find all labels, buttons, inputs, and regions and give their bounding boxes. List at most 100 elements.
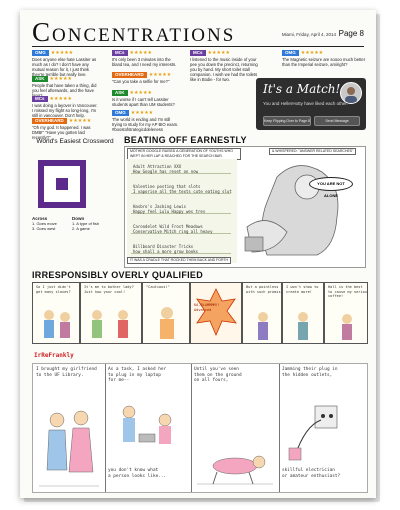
panel-text: KA-BLAMMMM!! Advanced [194, 303, 220, 312]
keep-flipping-button[interactable]: Keep Flipping Over to Page 8 [263, 116, 311, 126]
crossword-cell[interactable] [44, 190, 56, 202]
star-rating: ★★★★★ [68, 118, 92, 124]
review-card: OMG ★★★★★ Does anyone else hate Lassiter … [32, 50, 98, 77]
crossword-cell[interactable] [44, 178, 56, 190]
review-card: MCs ★★★★★ I listened to the music inside … [190, 50, 258, 82]
review-badge: ASK [112, 90, 128, 96]
review-card: MCs ★★★★★ I was doing a layover in Vancou… [32, 96, 98, 118]
star-rating: ★★★★★ [207, 50, 230, 56]
crossword-cell[interactable] [68, 166, 80, 178]
outlet-drawing [288, 405, 338, 461]
review-card: OVERHEARD ★★★★★ "Oh my god. It happened. … [32, 118, 98, 140]
figure-drawing [298, 312, 308, 340]
caption-side: & WHISPERED: "ANSWER RELATED SEARCHES" [269, 148, 357, 155]
review-text: The world is ending and I'm still trying… [112, 117, 179, 132]
panel-text: So I just didn't get many slaves? [36, 285, 71, 294]
crossword-grid [38, 160, 86, 208]
review-text: I listened to the music inside of your p… [190, 57, 258, 82]
panel-text: I won't show to create more! [286, 285, 319, 294]
across-clues: Across 1. Goes move 3. Goes west [32, 216, 68, 231]
caption-bottom: IT WAS A CRADLE THAT ROCKED THEM BACK AN… [127, 257, 232, 264]
note-text: Conservative Mitch ring all heavy [133, 229, 213, 234]
couple-drawing [39, 410, 99, 487]
newspaper-page: Concentrations Miami, Friday, April 4, 2… [20, 10, 376, 498]
panel-text: you don't know what a person looks like.… [108, 468, 167, 479]
review-badge: OVERHEARD [32, 118, 67, 124]
comic-panel: Hall is the best to cause my serious cof… [324, 282, 368, 344]
comic-panel: It's me to bother lady? Just how your co… [80, 282, 142, 344]
review-badge: MCs [190, 50, 206, 56]
panel-text: Jamming their plug in the hidden outlets… [282, 367, 338, 378]
clue: 3. Goes west [32, 226, 56, 231]
comic2-strip: I brought my girlfriend to the UF Librar… [32, 363, 368, 493]
note-text: how shall a more grow books [133, 249, 199, 254]
figure-drawing [160, 307, 174, 339]
review-card: ASK ★★★★★ Is it worse if I can't tell Las… [112, 90, 180, 107]
figure-drawing [342, 314, 352, 340]
review-text: It's only been 3 minutes into the bland … [112, 57, 177, 67]
masthead-title: Concentrations [32, 17, 236, 47]
star-rating: ★★★★★ [148, 72, 172, 78]
crossword-cell[interactable] [56, 190, 68, 202]
review-badge: MCs [112, 50, 128, 56]
mother-illustration [244, 165, 339, 256]
review-badge: OMG [282, 50, 299, 56]
review-text: The Magnetic seizure are soooo much bett… [282, 57, 366, 67]
couple-drawing [122, 405, 172, 444]
comic2-label: IrReFrankly [34, 352, 74, 359]
speech-bubble: YOU ARE NOT ALONE [309, 177, 353, 198]
star-rating: ★★★★★ [129, 50, 152, 56]
review-badge: MCs [32, 96, 48, 102]
comic-panel: I won't show to create more! [282, 282, 324, 344]
notepad: Adult Attraction XXX How Google has rese… [127, 159, 237, 263]
review-badge: OMG [32, 50, 49, 56]
comic-panel: As a task, I asked her to plug in my lap… [105, 364, 192, 492]
review-card: ASK ★★★★★ People that have taken a thing,… [32, 76, 98, 98]
comic-panel: Until you've seen them on the ground on … [191, 364, 280, 492]
crossword-title-block: World's Easiest Crossword [34, 138, 116, 145]
comic-panel: So I just didn't get many slaves? [32, 282, 80, 344]
star-rating: ★★★★★ [130, 110, 154, 116]
comic2-label-text: IrReFrankly [34, 352, 74, 359]
crossword-cell[interactable] [56, 166, 68, 178]
star-rating: ★★★★★ [300, 50, 324, 56]
panel-text: skillful electrician or amateur enthusia… [282, 468, 341, 479]
note-text: Happy feel Lulu Happy wes tres [133, 209, 206, 214]
clue: 2. A game [72, 226, 90, 231]
crossword-cell[interactable] [68, 178, 80, 190]
comic-panel: KA-BLAMMMM!! Advanced [190, 282, 242, 344]
figure-drawing [44, 310, 70, 338]
panel-text: As a task, I asked her to plug in my lap… [108, 367, 167, 383]
panel-text: "Cautious!" [146, 285, 170, 289]
crossword-cell[interactable] [68, 190, 80, 202]
comic1-title: IRRESPONSIBLY OVERLY QUALIFIED [32, 270, 204, 280]
comic1-strip: So I just didn't get many slaves? It's m… [32, 282, 368, 344]
review-badge: OVERHEARD [112, 72, 147, 78]
send-message-button[interactable]: Send Message [314, 116, 360, 126]
comic-panel: "Cautious!" [142, 282, 190, 344]
star-rating: ★★★★★ [129, 90, 152, 96]
figure-drawing [258, 312, 268, 340]
match-card: It's a Match! You and HellerHotty have l… [256, 78, 366, 130]
star-rating: ★★★★★ [50, 50, 74, 56]
crossword-title: World's Easiest Crossword [36, 138, 114, 145]
panel-text: But a pointless jingle with such promisi… [246, 285, 281, 294]
comic-panel: But a pointless jingle with such promisi… [242, 282, 282, 344]
figure-drawing [92, 310, 128, 338]
down-clues: Down 1. A type of fish 2. A game [72, 216, 112, 231]
review-text: Is it worse if I can't tell Lassiter stu… [112, 97, 175, 107]
panel-text: Until you've seen them on the ground on … [194, 367, 242, 383]
beating-comic: MOTHER GOOGLE RAISED A GENERATION OF YOU… [124, 146, 366, 268]
star-rating: ★★★★★ [49, 96, 72, 102]
review-card: MCs ★★★★★ It's only been 3 minutes into t… [112, 50, 180, 67]
review-card: OVERHEARD ★★★★★ "Can you take a selfie fo… [112, 72, 180, 84]
masthead: Concentrations Miami, Friday, April 4, 2… [32, 18, 364, 47]
dateline: Miami, Friday, April 4, 2014 [281, 32, 336, 37]
comic-panel: Jamming their plug in the hidden outlets… [279, 364, 367, 492]
crossword-cell[interactable] [44, 166, 56, 178]
panel-text: Hall is the best to cause my serious cof… [328, 285, 368, 298]
explosion-drawing [196, 288, 237, 337]
review-badge: ASK [32, 76, 48, 82]
note-text: How Google has reset on now [133, 169, 199, 174]
panel-text: I brought my girlfriend to the UF Librar… [36, 367, 97, 378]
